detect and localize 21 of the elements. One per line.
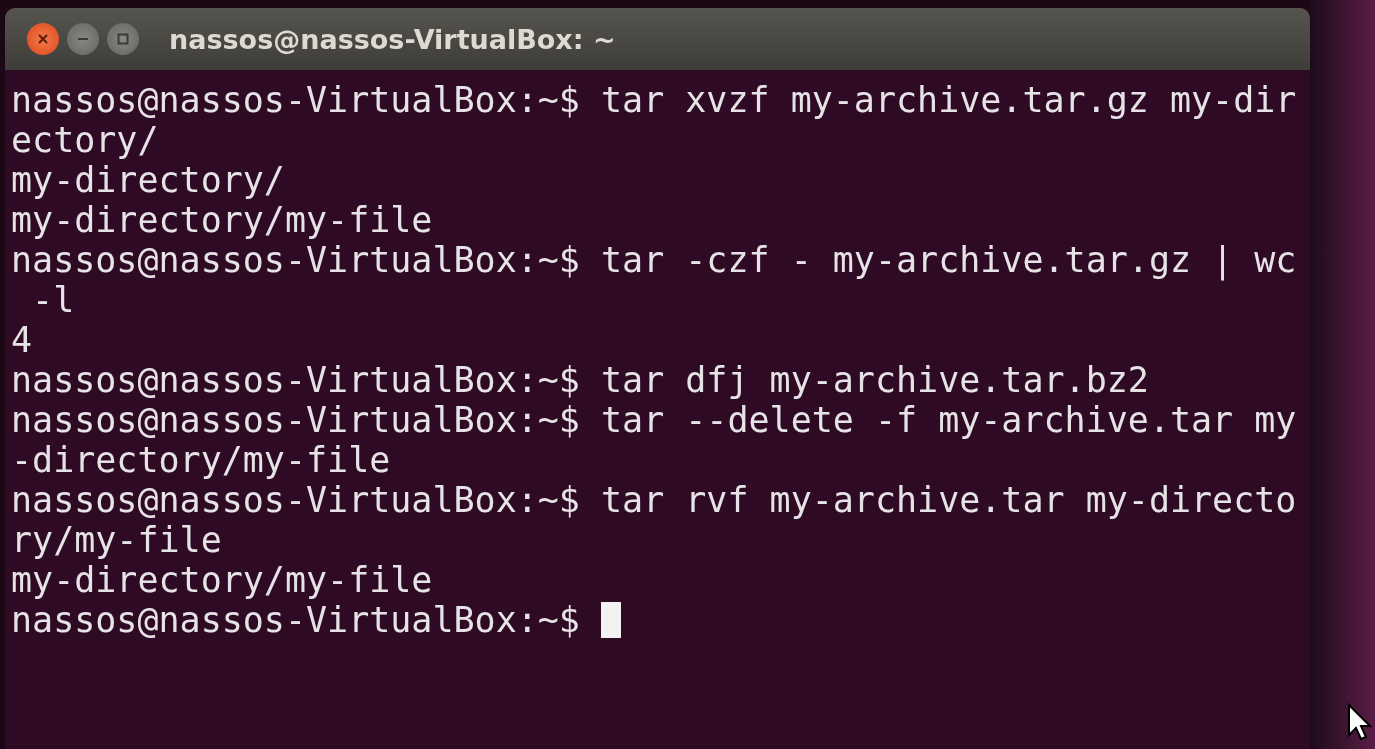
terminal-line: my-directory/my-file xyxy=(11,200,433,240)
close-button[interactable] xyxy=(27,23,59,55)
terminal-line: -directory/my-file xyxy=(11,440,391,480)
terminal-line: nassos@nassos-VirtualBox:~$ tar --delete -f my-archive.tar my xyxy=(11,400,1297,440)
terminal-line: ectory/ xyxy=(11,120,159,160)
maximize-icon xyxy=(116,32,130,46)
maximize-button[interactable] xyxy=(107,23,139,55)
terminal-line: 4 xyxy=(11,320,33,360)
terminal-line: nassos@nassos-VirtualBox:~$ tar rvf my-archive.tar my-directo xyxy=(11,480,1297,520)
minimize-button[interactable] xyxy=(67,23,99,55)
close-icon xyxy=(36,32,50,46)
terminal-line: nassos@nassos-VirtualBox:~$ tar -czf - my-archive.tar.gz | wc xyxy=(11,240,1297,280)
terminal-line: my-directory/ xyxy=(11,160,285,200)
window-title: nassos@nassos-VirtualBox: ~ xyxy=(169,23,616,55)
terminal-line: -l xyxy=(31,280,75,320)
terminal-line: ry/my-file xyxy=(11,520,222,560)
mouse-pointer-icon xyxy=(1347,703,1373,741)
terminal-line: nassos@nassos-VirtualBox:~$ tar dfj my-archive.tar.bz2 xyxy=(11,360,1149,400)
terminal-line: my-directory/my-file xyxy=(11,560,433,600)
terminal-line: nassos@nassos-VirtualBox:~$ xyxy=(11,600,581,640)
terminal-line: nassos@nassos-VirtualBox:~$ tar xvzf my-archive.tar.gz my-dir xyxy=(11,80,1297,120)
